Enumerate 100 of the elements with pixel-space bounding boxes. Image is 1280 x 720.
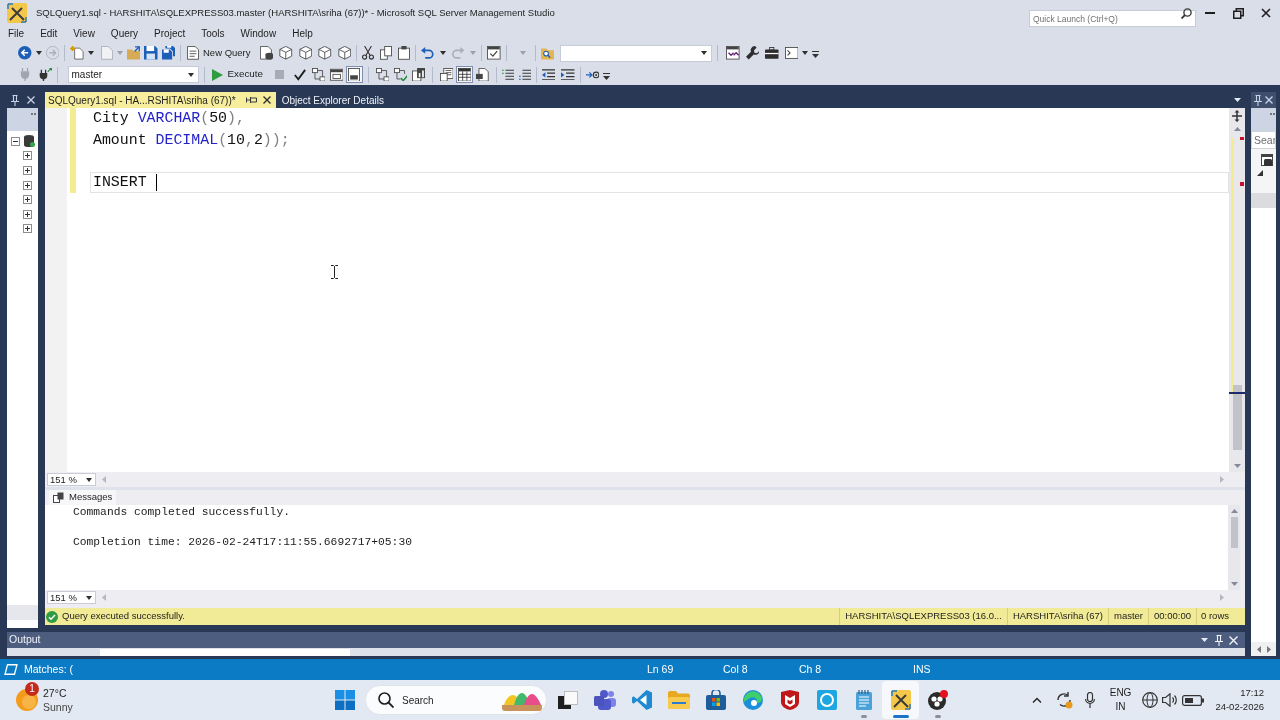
toggle-button[interactable] (345, 66, 363, 83)
cube-icon[interactable] (298, 46, 312, 60)
expand-icon[interactable] (23, 166, 32, 175)
caret-icon[interactable] (1201, 638, 1208, 642)
indent-icon[interactable] (561, 68, 575, 81)
expand-icon[interactable] (23, 151, 32, 161)
clipboard-icon[interactable] (398, 46, 410, 60)
cube-icon[interactable] (318, 46, 332, 60)
toggle-button[interactable] (455, 66, 473, 83)
menu-item[interactable]: Edit (40, 28, 58, 40)
expand-icon[interactable] (23, 180, 32, 190)
flowchart-check-icon[interactable] (393, 67, 408, 82)
restore-icon[interactable] (1232, 7, 1244, 19)
weather-condition[interactable]: Sunny (43, 700, 73, 714)
folder-search-icon[interactable] (540, 46, 555, 60)
folder-icon[interactable] (126, 46, 140, 60)
checkmark-icon[interactable] (293, 68, 306, 81)
chart-icon[interactable] (411, 67, 426, 82)
cube-icon[interactable] (279, 46, 293, 60)
document-tab[interactable]: SQLQuery1.sql - HA...RSHITA\sriha (67))* (45, 92, 276, 108)
copy-icon[interactable] (380, 46, 392, 60)
floppy-disks-icon[interactable] (161, 46, 175, 60)
windows-logo-icon[interactable] (335, 690, 355, 710)
window-icon[interactable] (329, 67, 344, 82)
overflow-icon[interactable] (812, 51, 820, 59)
close-icon[interactable] (262, 96, 271, 104)
scissors-icon[interactable] (362, 46, 374, 60)
scrollbar-thumb[interactable] (1233, 385, 1242, 450)
clock-time[interactable]: 17:12 (1240, 686, 1264, 700)
cube-icon[interactable] (337, 46, 351, 60)
dropdown-field[interactable] (100, 649, 350, 656)
document-tab[interactable]: Object Explorer Details (275, 92, 390, 108)
collapse-icon[interactable] (11, 136, 20, 146)
overflow-icon[interactable] (603, 73, 611, 81)
language-indicator[interactable]: ENG (1109, 686, 1132, 700)
window-icon[interactable] (1261, 154, 1273, 166)
battery-icon[interactable] (1182, 694, 1205, 706)
sync-icon[interactable] (1054, 691, 1073, 709)
speaker-icon[interactable] (1162, 693, 1179, 707)
search-icon[interactable] (1181, 7, 1192, 19)
menu-item[interactable]: Query (110, 28, 139, 40)
window-zigzag-icon[interactable] (726, 46, 740, 60)
pin-icon[interactable] (245, 96, 257, 104)
move-arrows-icon[interactable] (1231, 110, 1243, 122)
database-icon[interactable] (24, 135, 35, 148)
new-query-button[interactable]: New Query (186, 44, 252, 62)
caret-icon[interactable] (35, 51, 42, 55)
menu-item[interactable]: View (73, 28, 95, 40)
zoom-dropdown[interactable]: 151 % (47, 473, 96, 486)
tools-tile-icon[interactable] (7, 3, 27, 23)
outdent-icon[interactable] (541, 68, 556, 81)
new-document-icon[interactable] (70, 46, 84, 60)
messages-tab[interactable]: Messages (49, 490, 117, 505)
arrow-down-icon[interactable] (1233, 464, 1241, 468)
flowchart-icon[interactable] (311, 67, 326, 82)
back-arrow-icon[interactable] (18, 46, 32, 60)
weather-temperature[interactable]: 27°C (43, 686, 73, 700)
expand-icon[interactable] (23, 224, 32, 234)
taskbar-button[interactable] (882, 681, 919, 719)
menu-item[interactable]: Window (240, 28, 277, 40)
text-document-icon[interactable] (439, 67, 454, 82)
caret-icon[interactable] (1234, 98, 1241, 102)
caret-icon[interactable] (439, 51, 446, 55)
database-document-icon[interactable] (259, 46, 273, 60)
terminal-icon[interactable] (784, 47, 799, 59)
plug-arrow-icon[interactable] (38, 67, 52, 82)
scrollbar-thumb[interactable] (1230, 517, 1238, 548)
menu-item[interactable]: Tools (201, 28, 225, 40)
wrench-icon[interactable] (745, 46, 760, 60)
menu-item[interactable]: Help (292, 28, 313, 40)
database-dropdown[interactable]: master (67, 66, 199, 83)
menu-item[interactable]: Project (154, 28, 186, 40)
close-icon[interactable] (1261, 8, 1271, 18)
search-button[interactable]: Search (365, 685, 547, 715)
triangle-icon[interactable] (1257, 170, 1263, 176)
microphone-icon[interactable] (1084, 692, 1095, 708)
arrow-down-icon[interactable] (1230, 582, 1238, 586)
menu-item[interactable]: File (8, 28, 25, 40)
arrow-left-icon[interactable] (1256, 645, 1261, 653)
clock-date[interactable]: 24-02-2026 (1215, 700, 1264, 714)
arrow-up-icon[interactable] (1233, 127, 1241, 131)
caret-icon[interactable] (802, 51, 809, 55)
execute-button[interactable]: Execute (209, 65, 265, 84)
lines-icon[interactable] (518, 68, 531, 81)
zoom-dropdown[interactable]: 151 % (47, 591, 96, 604)
flowchart-icon[interactable] (375, 67, 390, 82)
expand-icon[interactable] (23, 195, 32, 205)
arrow-up-icon[interactable] (1230, 509, 1238, 513)
lines-icon[interactable] (501, 68, 514, 81)
chevron-up-icon[interactable] (1031, 697, 1042, 703)
arrow-right-icon[interactable] (1266, 645, 1271, 653)
quick-launch-field[interactable]: Quick Launch (Ctrl+Q) (1029, 10, 1196, 27)
toolbox-icon[interactable] (765, 47, 779, 59)
caret-icon[interactable] (87, 51, 94, 55)
window-check-icon[interactable] (487, 46, 501, 60)
globe-icon[interactable] (1142, 692, 1159, 708)
expand-icon[interactable] (23, 209, 32, 219)
undo-icon[interactable] (421, 47, 434, 59)
region-indicator[interactable]: IN (1115, 700, 1126, 714)
file-icon[interactable] (475, 67, 490, 82)
